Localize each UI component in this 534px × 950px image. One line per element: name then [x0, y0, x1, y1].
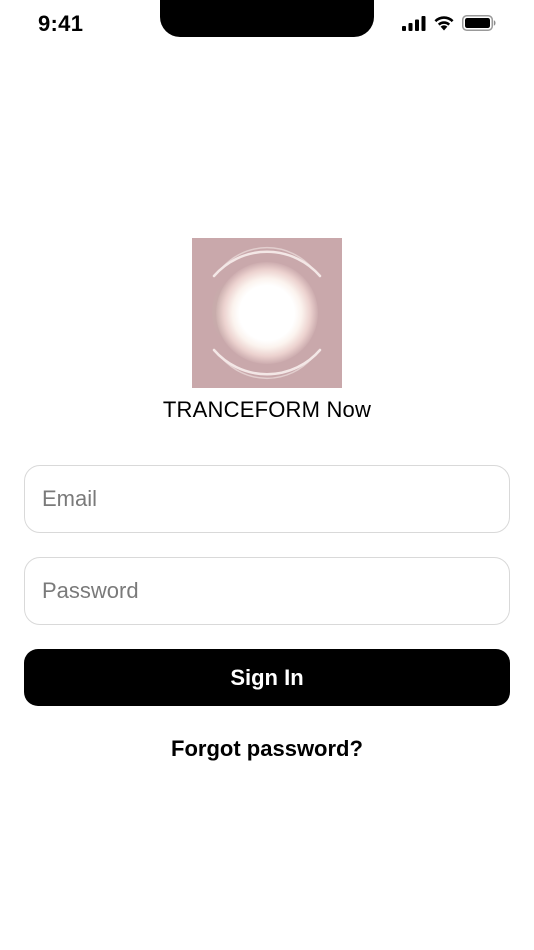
battery-icon	[462, 15, 496, 31]
password-field-container[interactable]	[24, 557, 510, 625]
password-field[interactable]	[25, 558, 509, 624]
logo-arcs	[212, 246, 322, 380]
glowing-orb-logo-icon	[192, 238, 342, 388]
wifi-icon	[433, 15, 455, 31]
status-bar: 9:41	[0, 0, 534, 50]
email-field-container[interactable]	[24, 465, 510, 533]
status-icons	[402, 15, 496, 31]
app-title: TRANCEFORM Now	[162, 397, 372, 422]
forgot-password-link[interactable]: Forgot password?	[0, 736, 534, 762]
device-notch	[160, 0, 374, 37]
status-time: 9:41	[38, 11, 84, 36]
email-field[interactable]	[25, 466, 509, 532]
cellular-signal-icon	[402, 15, 426, 31]
sign-in-button[interactable]: Sign In	[24, 649, 510, 706]
